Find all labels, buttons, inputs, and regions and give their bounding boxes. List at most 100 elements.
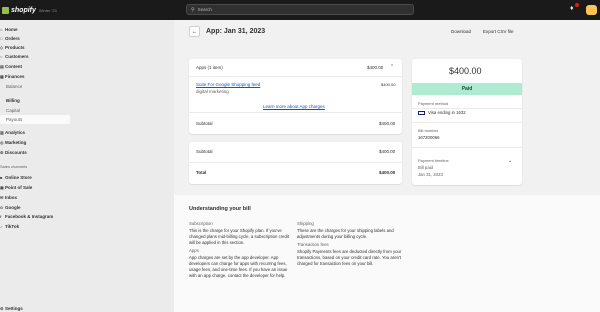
subtotal-amount: $400.00 (379, 121, 396, 126)
sidebar-item-label: Inbox (5, 194, 17, 200)
visa-card-icon (418, 110, 425, 115)
sidebar-item-label: Customers (5, 53, 29, 59)
sidebar-item-home[interactable]: ⌂ Home (0, 25, 18, 33)
version-label: Winter '23 (38, 8, 57, 13)
export-csv-button[interactable]: Export CSV file (483, 29, 514, 34)
sidebar-item-analytics[interactable]: ▥ Analytics (0, 128, 25, 136)
payment-timeline-label: Payment timeline (418, 158, 449, 163)
bill-number: 167200066 (418, 135, 440, 140)
chevron-up-icon[interactable]: ⌃ (390, 64, 394, 70)
learn-more-link[interactable]: Learn more about App charges (263, 104, 325, 109)
sidebar-item-label: Facebook & Instagram (5, 213, 54, 219)
payment-method: Visa ending in 1632 (418, 110, 466, 115)
bill-number-label: Bill number (418, 128, 439, 133)
sidebar-item-content[interactable]: ▤ Content (0, 62, 22, 70)
understanding-left-column: Subscription This is the charge for your… (189, 221, 294, 281)
brand-name: shopify (11, 6, 36, 14)
sidebar-item-orders[interactable]: □ Orders (0, 34, 20, 42)
totals-card: Subtotal $400.00 Total $400.00 (189, 142, 402, 184)
apps-heading: Apps (189, 248, 199, 253)
back-button[interactable]: ← (189, 26, 200, 37)
sidebar-item-label: Orders (5, 35, 20, 41)
shipping-text: These are the charges for your shipping … (297, 228, 394, 239)
sales-channels-heading[interactable]: Sales channels (0, 164, 27, 169)
sidebar-item-online-store[interactable]: ■ Online Store (0, 173, 32, 181)
sidebar-item-capital[interactable]: Capital (6, 106, 20, 114)
sidebar-item-balance[interactable]: Balance (6, 82, 22, 90)
payment-method-value: Visa ending in 1632 (428, 110, 466, 115)
sidebar-item-label: Balance (6, 83, 23, 89)
apps-header-label[interactable]: Apps (1 item) (196, 65, 223, 70)
app-amount: $400.00 (381, 82, 396, 87)
download-button[interactable]: Download (451, 29, 471, 34)
payment-method-label: Payment method (418, 101, 449, 106)
total-amount: $400.00 (379, 170, 396, 175)
app-category: digital marketing (196, 89, 229, 94)
sidebar-item-products[interactable]: ◇ Products (0, 43, 25, 51)
divider (412, 108, 522, 109)
top-bar: shopify Winter '23 ⚲ ♦ (0, 0, 600, 20)
shopify-logo[interactable]: shopify (2, 6, 36, 14)
status-badge: Paid (412, 83, 522, 95)
timeline-status: Bill paid (418, 165, 434, 170)
apps-header-amount: $400.00 (367, 65, 384, 70)
sidebar-item-discounts[interactable]: ⚙ Discounts (0, 148, 27, 156)
understanding-title: Understanding your bill (189, 206, 251, 212)
arrow-left-icon: ← (191, 28, 198, 35)
bill-summary-card: $400.00 Payment method Visa ending in 16… (412, 59, 522, 185)
transaction-fees-text: Shopify Payments fees are deducted direc… (297, 249, 402, 266)
search-bar[interactable]: ⚲ (186, 4, 414, 15)
sidebar-item-label: Settings (5, 305, 23, 311)
sidebar-item-finances[interactable]: ▩ Finances (0, 72, 25, 80)
sidebar-item-label: Payouts (6, 116, 23, 122)
sidebar-item-label: Products (5, 44, 25, 50)
chevron-down-icon[interactable]: ⌄ (508, 158, 512, 164)
bell-icon[interactable]: ♦ (570, 5, 574, 12)
search-input[interactable] (197, 7, 378, 12)
sidebar-item-label: Finances (5, 73, 25, 79)
apps-card: Apps (1 item) $400.00 ⌃ Suite For Google… (189, 59, 402, 134)
shopify-bag-icon (2, 6, 9, 14)
timeline-date: Jan 31, 2023 (418, 172, 443, 177)
sidebar-item-marketing[interactable]: ◎ Marketing (0, 138, 26, 146)
sidebar-item-google[interactable]: G Google (0, 203, 21, 211)
sidebar-item-label: Content (5, 63, 22, 69)
divider (189, 112, 402, 113)
sidebar-item-billing[interactable]: Billing (6, 96, 20, 104)
notification-badge (575, 3, 579, 7)
sidebar-item-settings[interactable]: ⚙ Settings (0, 304, 23, 312)
sidebar-item-label: Billing (6, 97, 20, 103)
page-title: App: Jan 31, 2023 (206, 28, 266, 35)
sidebar-item-payouts[interactable]: Payouts (6, 115, 22, 123)
sidebar-item-label: Marketing (5, 139, 27, 145)
bill-amount: $400.00 (449, 66, 482, 76)
divider (189, 162, 402, 163)
divider (412, 122, 522, 123)
shipping-heading: Shipping (297, 221, 314, 226)
sidebar-item-label: Google (5, 204, 21, 210)
sidebar-item-tiktok[interactable]: ♪ TikTok (0, 222, 19, 230)
sidebar-item-facebook-instagram[interactable]: f Facebook & Instagram (0, 212, 53, 220)
totals-subtotal-amount: $400.00 (379, 149, 396, 154)
sidebar-item-inbox[interactable]: ✉ Inbox (0, 193, 17, 201)
sidebar-item-point-of-sale[interactable]: ▣ Point of Sale (0, 183, 32, 191)
avatar[interactable] (586, 5, 597, 15)
understanding-right-column: Shipping These are the charges for your … (297, 221, 402, 269)
totals-subtotal-label: Subtotal (196, 149, 213, 154)
sidebar-item-label: Analytics (5, 129, 26, 135)
sidebar: ⌂ Home □ Orders ◇ Products ○ Customers ▤ Cont… (0, 20, 174, 312)
sidebar-item-label: Point of Sale (5, 184, 33, 190)
app-name-link[interactable]: Suite For Google Shopping feed (196, 82, 260, 87)
sidebar-item-label: Discounts (5, 149, 27, 155)
sidebar-item-label: Capital (6, 107, 21, 113)
total-label: Total (196, 170, 207, 175)
sidebar-item-label: Online Store (5, 174, 32, 180)
search-icon: ⚲ (191, 6, 195, 13)
subscription-text: This is the charge for your Shopify plan… (189, 228, 290, 245)
transaction-fees-heading: Transaction fees (297, 242, 329, 247)
sidebar-item-customers[interactable]: ○ Customers (0, 52, 29, 60)
subscription-heading: Subscription (189, 221, 213, 226)
apps-text: App charges are set by the app developer… (189, 255, 288, 278)
sidebar-item-label: TikTok (5, 223, 20, 229)
divider (189, 76, 402, 77)
